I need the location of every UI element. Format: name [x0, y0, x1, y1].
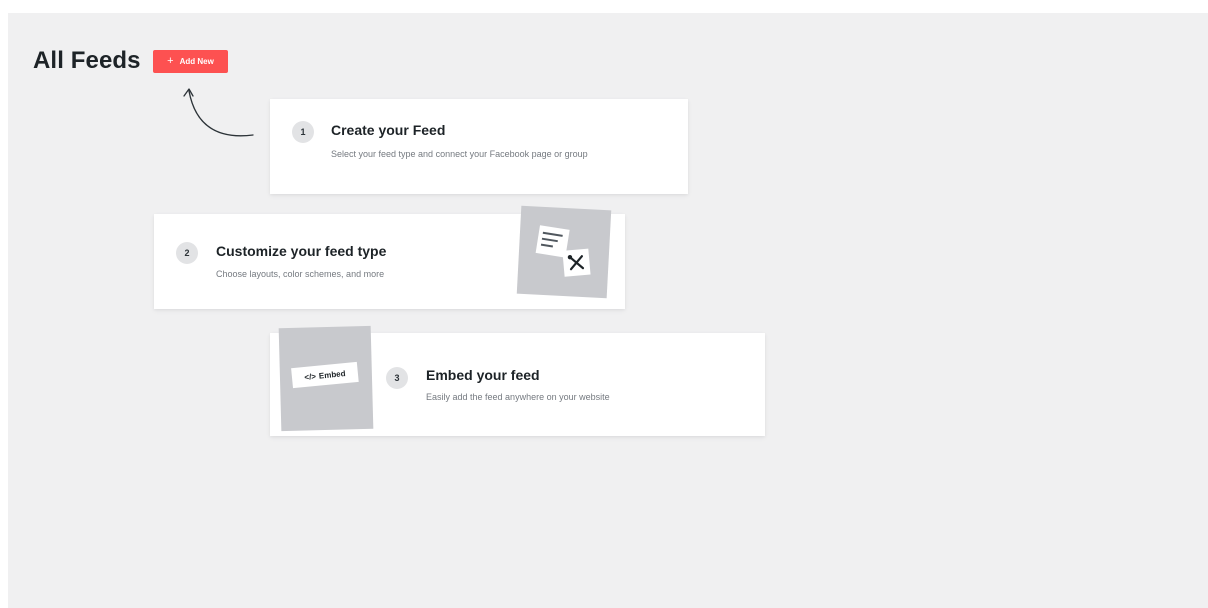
customize-illustration — [516, 205, 612, 299]
main-area: All Feeds + Add New 1 Create your Feed S… — [8, 13, 1208, 608]
step-title: Create your Feed — [331, 122, 446, 138]
step-title: Customize your feed type — [216, 243, 387, 259]
add-new-label: Add New — [179, 57, 214, 66]
embed-label: Embed — [318, 368, 346, 381]
customize-icon — [535, 225, 591, 277]
page-title: All Feeds — [33, 47, 141, 74]
code-icon: </> — [303, 371, 317, 382]
step-number-badge: 1 — [292, 121, 314, 143]
curved-arrow-icon — [183, 88, 254, 137]
step-number-badge: 3 — [386, 367, 408, 389]
step-card-customize-feed: 2 Customize your feed type Choose layout… — [154, 205, 625, 309]
step-description: Select your feed type and connect your F… — [331, 149, 588, 159]
embed-tag: </> Embed — [291, 361, 359, 389]
step-card-embed-feed: </> Embed 3 Embed your feed Easily add t… — [270, 325, 765, 436]
step-card-create-feed: 1 Create your Feed Select your feed type… — [270, 99, 688, 194]
step-title: Embed your feed — [426, 367, 540, 383]
step-description: Choose layouts, color schemes, and more — [216, 269, 385, 279]
embed-illustration: </> Embed — [278, 325, 374, 432]
step-description: Easily add the feed anywhere on your web… — [426, 392, 610, 402]
add-new-button[interactable]: + Add New — [153, 50, 228, 73]
step-number-badge: 2 — [176, 242, 198, 264]
plus-icon: + — [167, 55, 174, 67]
